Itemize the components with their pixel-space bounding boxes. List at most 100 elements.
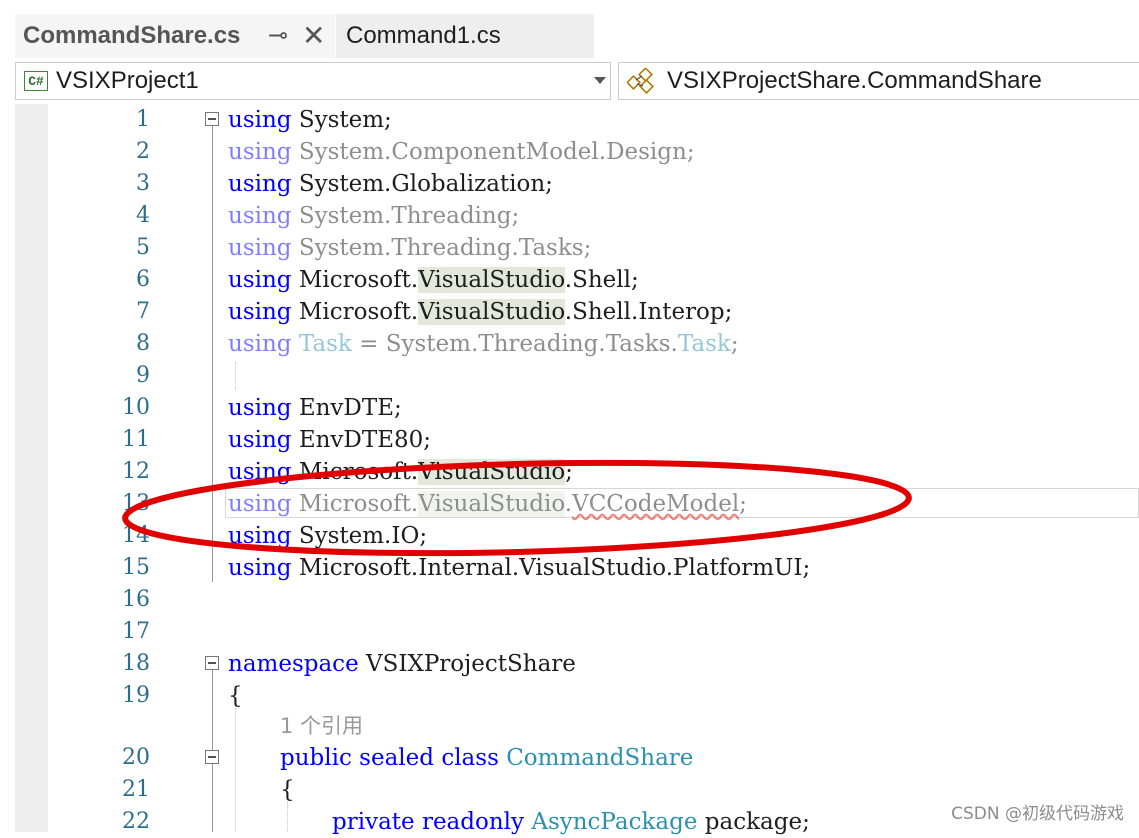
code-line: 19 { (15, 680, 1139, 712)
pin-icon[interactable]: ⊸ (268, 22, 288, 50)
line-number: 22 (122, 809, 150, 834)
code-editor[interactable]: 1 using System; 2 using System.Component… (15, 104, 1139, 835)
code-text: using Task = System.Threading.Tasks.Task… (228, 328, 739, 360)
code-line: 2 using System.ComponentModel.Design; (15, 136, 1139, 168)
token: Microsoft (298, 555, 411, 581)
token-type: CommandShare (506, 745, 694, 771)
code-text: using EnvDTE; (228, 392, 402, 424)
token-type: Task (677, 331, 731, 357)
code-line: 20 public sealed class CommandShare (15, 742, 1139, 774)
token-using: using (228, 555, 292, 581)
token: Microsoft (298, 299, 411, 325)
token-keyword: public (280, 745, 352, 771)
token: . (665, 555, 674, 581)
chevron-down-icon[interactable] (594, 77, 606, 84)
navigation-bar: C# VSIXProject1 VSIXProjectShare.Command… (0, 58, 1139, 104)
code-line: 16 (15, 584, 1139, 616)
codelens-references[interactable]: 1 个引用 (280, 714, 363, 738)
token: ; (384, 107, 392, 133)
token: ; (511, 203, 520, 229)
line-number: 18 (122, 651, 150, 676)
code-text: using Microsoft.Internal.VisualStudio.Pl… (228, 552, 810, 584)
token: . (564, 267, 573, 293)
token: ; (730, 331, 739, 357)
token: Internal (418, 555, 512, 581)
token: ; (802, 809, 810, 835)
type-dropdown[interactable]: VSIXProjectShare.CommandShare (618, 62, 1139, 100)
close-icon[interactable]: ✕ (302, 22, 325, 50)
watermark: CSDN @初级代码游戏 (951, 804, 1124, 824)
tab-label: CommandShare.cs (23, 22, 241, 49)
token: System (298, 235, 385, 261)
code-text: using System.ComponentModel.Design; (228, 136, 695, 168)
token-using: using (228, 299, 292, 325)
token: Shell (572, 267, 631, 293)
tab-label: Command1.cs (346, 22, 501, 49)
token: ; (724, 299, 733, 325)
token: ; (419, 523, 428, 549)
code-text: public sealed class CommandShare (280, 742, 693, 774)
token: System (298, 203, 385, 229)
token: Microsoft (298, 459, 411, 485)
token: ; (545, 171, 553, 197)
code-line: 4 using System.Threading; (15, 200, 1139, 232)
token: Globalization (391, 171, 546, 197)
token: Microsoft (298, 491, 411, 517)
code-line: 5 using System.Threading.Tasks; (15, 232, 1139, 264)
token: Interop (638, 299, 725, 325)
code-text: { (228, 680, 243, 712)
code-line: 1 using System; (15, 104, 1139, 136)
line-number: 7 (136, 299, 150, 324)
token: IO (391, 523, 420, 549)
line-number: 17 (122, 619, 150, 644)
token: ; (394, 395, 402, 421)
token-highlighted: VisualStudio (418, 459, 566, 485)
line-number: 3 (136, 171, 150, 196)
code-line: 7 using Microsoft.VisualStudio.Shell.Int… (15, 296, 1139, 328)
token: ; (631, 267, 639, 293)
token: . (598, 139, 607, 165)
token: PlatformUI (673, 555, 803, 581)
token-using: using (228, 139, 292, 165)
tab-commandshare[interactable]: CommandShare.cs ⊸ ✕ (15, 14, 335, 58)
token-type: Task (298, 331, 352, 357)
line-number: 13 (122, 491, 150, 516)
token-using: using (228, 459, 292, 485)
code-text: using Microsoft.VisualStudio.VCCodeModel… (228, 488, 747, 520)
token: Design (606, 139, 687, 165)
token-error: VCCodeModel (572, 491, 740, 517)
token: . (564, 491, 573, 517)
code-text: using System; (228, 104, 392, 136)
token: VisualStudio (519, 555, 666, 581)
code-text: { (280, 774, 295, 806)
token-using: using (228, 395, 292, 421)
token: Shell (572, 299, 631, 325)
token: package (704, 809, 803, 835)
token-keyword: namespace (228, 651, 359, 677)
tab-command1[interactable]: Command1.cs (336, 14, 594, 58)
codelens-line: 1 个引用 (15, 710, 1139, 742)
project-dropdown-value: VSIXProject1 (56, 67, 199, 94)
token: Tasks (605, 331, 671, 357)
line-number: 2 (136, 139, 150, 164)
token: System (298, 171, 385, 197)
token-highlighted: VisualStudio (418, 299, 565, 325)
token-using: using (228, 427, 292, 453)
token-using: using (228, 331, 292, 357)
token: System (298, 139, 385, 165)
token-type: AsyncPackage (531, 809, 698, 835)
code-line: 3 using System.Globalization; (15, 168, 1139, 200)
project-dropdown[interactable]: C# VSIXProject1 (15, 62, 611, 100)
token-using: using (228, 523, 292, 549)
line-number: 4 (136, 203, 150, 228)
code-line: 10 using EnvDTE; (15, 392, 1139, 424)
line-number: 1 (136, 107, 150, 132)
code-text: using System.Threading.Tasks; (228, 232, 591, 264)
code-line: 11 using EnvDTE80; (15, 424, 1139, 456)
token: Threading (478, 331, 599, 357)
token: Threading (391, 203, 512, 229)
token-keyword: private (332, 809, 415, 835)
line-number: 8 (136, 331, 150, 356)
token: System (385, 331, 471, 357)
code-text: using Microsoft.VisualStudio; (228, 456, 573, 488)
